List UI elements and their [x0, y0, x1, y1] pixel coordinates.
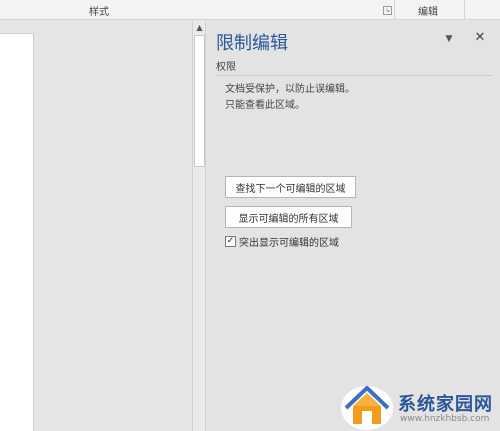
show-all-editable-regions-button[interactable]: 显示可编辑的所有区域: [225, 206, 352, 228]
close-icon[interactable]: ✕: [473, 31, 487, 45]
watermark-site-url: www.hnzkhbsb.com: [400, 414, 490, 424]
caret-up-icon[interactable]: ▲: [195, 23, 204, 32]
scrollbar-thumb[interactable]: [194, 35, 205, 167]
restrict-editing-pane: 限制编辑 ▼ ✕ 权限 文档受保护，以防止误编辑。 只能查看此区域。 查找下一个…: [207, 21, 500, 431]
chevron-down-icon[interactable]: ▼: [443, 34, 455, 44]
house-logo-icon: [341, 386, 393, 430]
ribbon-bar: 样式 ↘ 编辑: [0, 0, 500, 20]
permissions-header: 权限: [216, 58, 492, 76]
highlight-regions-checkbox[interactable]: ✓: [225, 235, 236, 247]
site-watermark: 系统家园网 www.hnzkhbsb.com: [340, 378, 500, 431]
highlight-regions-label: 突出显示可编辑的区域: [239, 237, 339, 249]
ribbon-separator: [394, 0, 395, 20]
dialog-launcher-icon[interactable]: ↘: [383, 6, 392, 15]
view-only-description: 只能查看此区域。: [225, 100, 305, 111]
find-next-editable-region-button[interactable]: 查找下一个可编辑的区域: [225, 176, 356, 198]
pane-title: 限制编辑: [216, 33, 288, 54]
document-page[interactable]: [0, 33, 34, 431]
ribbon-separator: [464, 0, 465, 20]
watermark-site-name: 系统家园网: [398, 394, 493, 415]
ribbon-group-styles: 样式: [89, 7, 109, 18]
highlight-regions-option[interactable]: ✓ 突出显示可编辑的区域: [225, 234, 339, 249]
protection-description: 文档受保护，以防止误编辑。: [225, 84, 355, 95]
ribbon-group-editing[interactable]: 编辑: [418, 3, 438, 18]
vertical-scrollbar[interactable]: ▲: [192, 21, 206, 431]
